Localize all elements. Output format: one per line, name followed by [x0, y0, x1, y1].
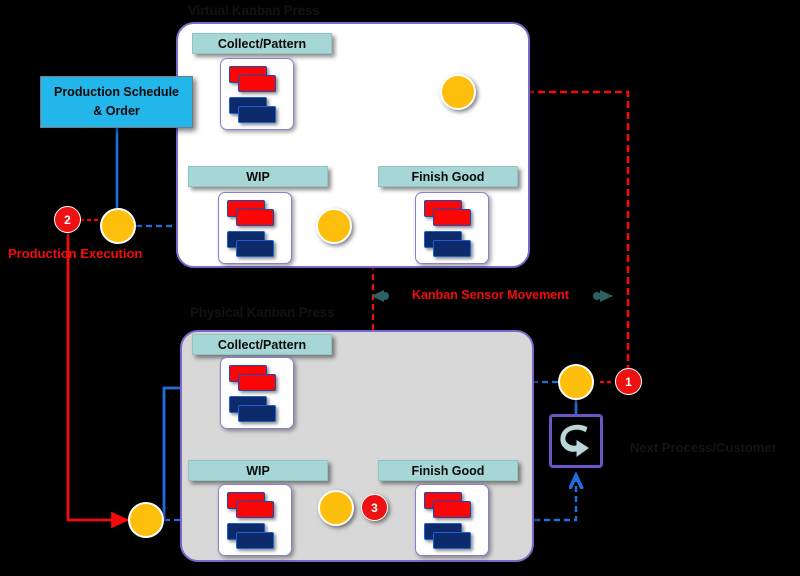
virtual-wip-header: WIP [188, 166, 328, 187]
kanban-sensor-box[interactable] [549, 414, 603, 468]
kanban-card-red [433, 209, 471, 226]
marker-1[interactable]: 1 [615, 368, 642, 395]
production-schedule-line1: Production Schedule [53, 84, 179, 99]
production-execution-label: Production Execution [8, 246, 143, 261]
flow-node-virtual-wip-to-finish[interactable] [316, 208, 352, 244]
kanban-card-red [236, 501, 274, 518]
physical-collect-pattern-holder [220, 357, 294, 429]
physical-wip-holder [218, 484, 292, 556]
virtual-collect-pattern-holder [220, 58, 294, 130]
kanban-card-navy [433, 240, 471, 257]
flow-node-physical-wip-to-finish[interactable] [318, 490, 354, 526]
flow-node-sensor-output[interactable] [558, 364, 594, 400]
cycle-arrow-icon [559, 423, 591, 459]
virtual-collect-pattern-header: Collect/Pattern [192, 33, 332, 54]
diagram-canvas: Virtual Kanban Press Collect/Pattern WIP… [0, 0, 800, 576]
kanban-card-red [433, 501, 471, 518]
virtual-wip-holder [218, 192, 292, 264]
virtual-finish-good-header: Finish Good [378, 166, 518, 187]
flow-node-production-execution[interactable] [100, 208, 136, 244]
next-process-customer-label: Next Process/Customer [630, 440, 777, 455]
physical-kanban-press-title: Physical Kanban Press [190, 305, 335, 320]
kanban-card-navy [433, 532, 471, 549]
kanban-card-navy [238, 106, 276, 123]
kanban-sensor-movement-label: Kanban Sensor Movement [412, 288, 569, 302]
kanban-card-red [238, 75, 276, 92]
virtual-kanban-press-title: Virtual Kanban Press [188, 3, 320, 18]
physical-wip-header: WIP [188, 460, 328, 481]
production-schedule-box: Production Schedule & Order [40, 76, 193, 128]
kanban-card-navy [238, 405, 276, 422]
flow-node-physical-start[interactable] [128, 502, 164, 538]
virtual-finish-good-holder [415, 192, 489, 264]
physical-collect-pattern-header: Collect/Pattern [192, 334, 332, 355]
marker-3[interactable]: 3 [361, 494, 388, 521]
kanban-card-red [238, 374, 276, 391]
marker-2[interactable]: 2 [54, 206, 81, 233]
kanban-card-navy [236, 240, 274, 257]
kanban-card-red [236, 209, 274, 226]
production-schedule-line2: & Order [93, 104, 140, 118]
kanban-card-navy [236, 532, 274, 549]
physical-finish-good-header: Finish Good [378, 460, 518, 481]
physical-finish-good-holder [415, 484, 489, 556]
flow-node-virtual-collect-feedback[interactable] [440, 74, 476, 110]
